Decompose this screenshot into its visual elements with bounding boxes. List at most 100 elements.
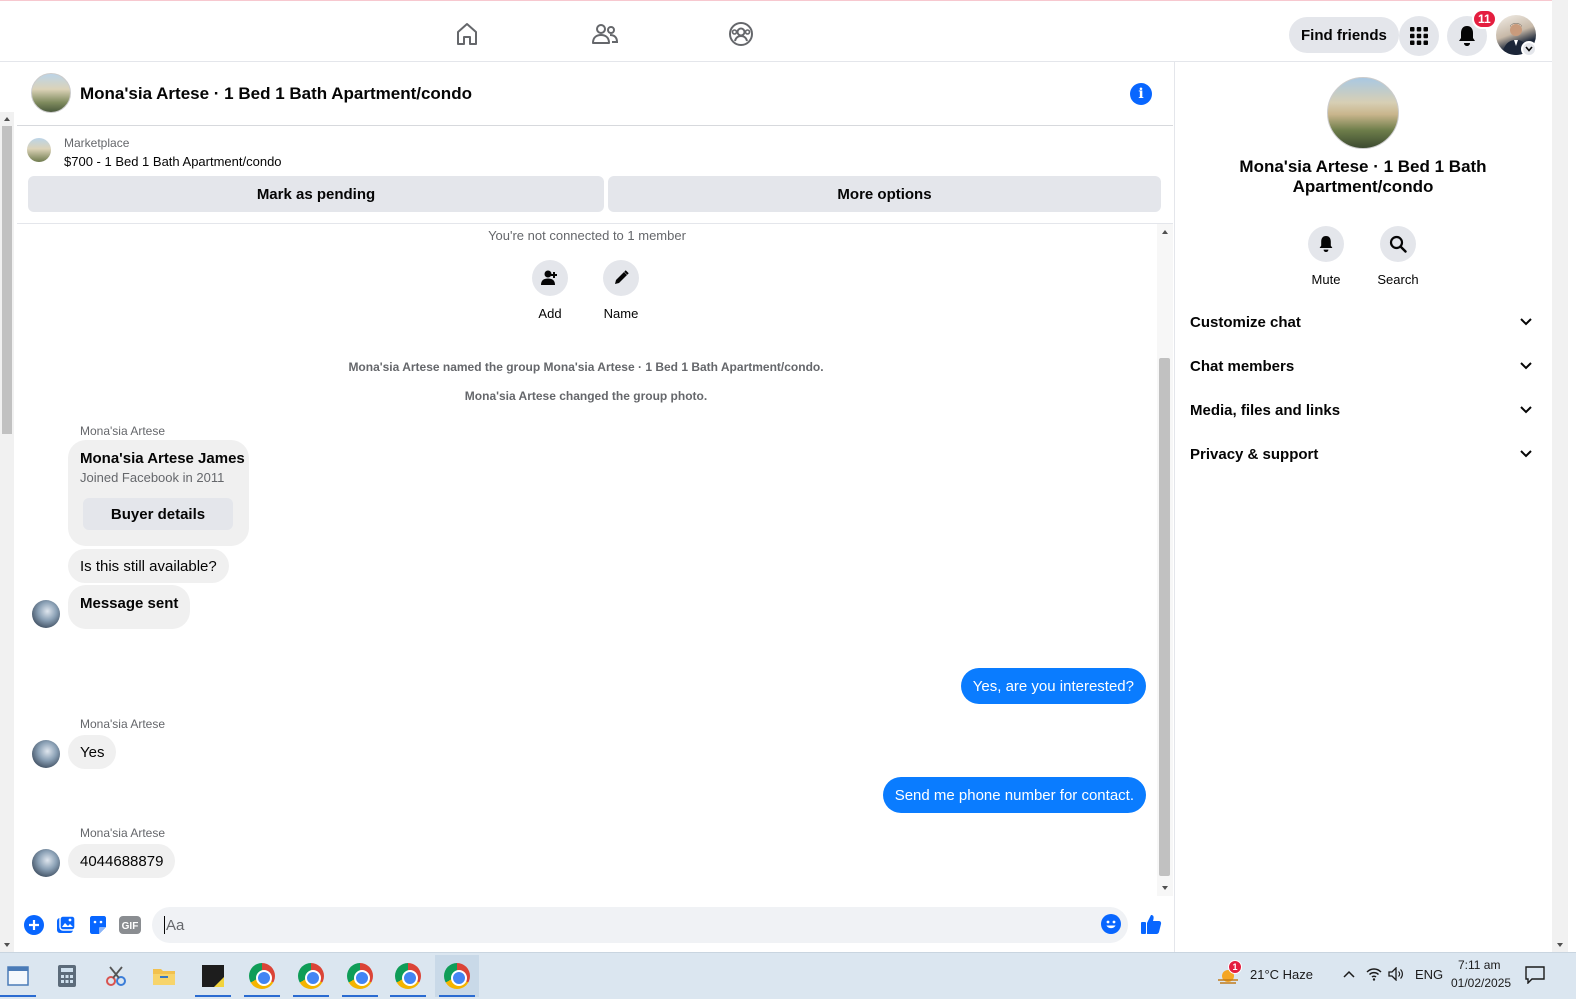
listing-thumbnail[interactable] — [27, 138, 51, 162]
chat-title[interactable]: Mona'sia Artese · 1 Bed 1 Bath Apartment… — [80, 84, 472, 104]
taskbar-app-window[interactable] — [0, 955, 40, 997]
sender-name: Mona'sia Artese — [80, 424, 166, 438]
chevron-down-icon — [1525, 46, 1533, 52]
home-icon[interactable] — [450, 17, 484, 51]
group-photo[interactable] — [31, 73, 71, 113]
scroll-down-arrow-icon[interactable] — [1552, 940, 1568, 950]
scroll-down-arrow-icon[interactable] — [1157, 883, 1173, 893]
clock-time[interactable]: 7:11 am — [1458, 958, 1500, 972]
windows-taskbar: 1 21°C Haze ENG 7:11 am 01/02/2025 — [0, 952, 1576, 999]
name-group-action[interactable]: Name — [591, 260, 651, 321]
scrollbar-thumb[interactable] — [2, 126, 12, 434]
my-message-bubble[interactable]: Yes, are you interested? — [960, 668, 1146, 704]
marketplace-label: Marketplace — [64, 136, 130, 150]
section-customize-chat[interactable]: Customize chat — [1190, 300, 1538, 344]
page-scrollbar-left[interactable] — [0, 112, 14, 952]
taskbar-app-chrome-4[interactable] — [386, 955, 430, 997]
wifi-icon[interactable] — [1366, 967, 1382, 981]
name-label: Name — [603, 306, 639, 321]
emoji-icon[interactable] — [1101, 914, 1121, 934]
mute-action[interactable]: Mute — [1296, 226, 1356, 287]
sender-name: Mona'sia Artese — [80, 826, 166, 840]
weather-badge: 1 — [1228, 960, 1242, 974]
scroll-up-arrow-icon[interactable] — [0, 114, 14, 124]
add-member-action[interactable]: Add — [520, 260, 580, 321]
message-bubble[interactable]: Message sent — [68, 585, 191, 629]
taskbar-app-snipping[interactable] — [94, 955, 138, 997]
groups-icon[interactable] — [724, 17, 758, 51]
notification-center-icon[interactable] — [1525, 966, 1545, 984]
buyer-name: Mona'sia Artese James — [80, 450, 245, 467]
chevron-down-icon — [1520, 450, 1532, 458]
chevron-down-icon — [1520, 318, 1532, 326]
weather-text[interactable]: 21°C Haze — [1250, 967, 1313, 982]
details-title: Mona'sia Artese · 1 Bed 1 Bath Apartment… — [1239, 157, 1487, 196]
scroll-up-arrow-icon[interactable] — [1157, 227, 1173, 237]
message-bubble[interactable]: Is this still available? — [68, 549, 229, 583]
weather-widget[interactable] — [1210, 955, 1246, 997]
find-friends-button[interactable]: Find friends — [1289, 17, 1399, 53]
sender-avatar[interactable] — [32, 849, 60, 877]
sender-avatar[interactable] — [32, 600, 60, 628]
more-options-button[interactable]: More options — [608, 176, 1161, 212]
plus-icon[interactable] — [24, 915, 44, 935]
gif-icon[interactable]: GIF — [119, 915, 141, 935]
search-icon — [1380, 226, 1416, 262]
clock-date[interactable]: 01/02/2025 — [1451, 976, 1511, 990]
buyer-joined: Joined Facebook in 2011 — [80, 470, 225, 485]
message-list: You're not connected to 1 member Add Nam… — [17, 224, 1157, 896]
sticker-icon[interactable] — [88, 915, 108, 935]
marketplace-banner: Marketplace $700 - 1 Bed 1 Bath Apartmen… — [17, 126, 1173, 224]
taskbar-app-calculator[interactable] — [45, 955, 89, 997]
friends-icon[interactable] — [588, 17, 622, 51]
taskbar-app-notes[interactable] — [191, 955, 235, 997]
conversation-details-panel: Mona'sia Artese · 1 Bed 1 Bath Apartment… — [1174, 62, 1552, 952]
search-action[interactable]: Search — [1368, 226, 1428, 287]
add-person-icon — [532, 260, 568, 296]
taskbar-app-chrome-1[interactable] — [240, 955, 284, 997]
message-bubble[interactable]: 4044688879 — [68, 844, 176, 878]
taskbar-app-chrome-5[interactable] — [435, 955, 479, 997]
scroll-down-arrow-icon[interactable] — [0, 940, 14, 950]
top-navigation: Find friends 11 — [0, 0, 1552, 62]
buyer-details-button[interactable]: Buyer details — [83, 498, 233, 530]
section-label: Chat members — [1190, 357, 1295, 375]
grid-icon — [1410, 27, 1428, 45]
sender-avatar[interactable] — [32, 740, 60, 768]
add-label: Add — [538, 306, 562, 321]
message-input[interactable]: Aa — [152, 907, 1128, 943]
text-caret — [164, 916, 165, 934]
chrome-icon — [249, 963, 275, 989]
speaker-icon[interactable] — [1388, 967, 1404, 981]
page-scrollbar-right[interactable] — [1552, 0, 1568, 952]
section-media-files-links[interactable]: Media, files and links — [1190, 388, 1538, 432]
group-photo-large[interactable] — [1327, 77, 1399, 149]
taskbar-app-chrome-3[interactable] — [338, 955, 382, 997]
message-scrollbar[interactable] — [1157, 224, 1173, 896]
photo-icon[interactable] — [56, 915, 76, 935]
section-label: Privacy & support — [1190, 445, 1319, 463]
message-input-placeholder: Aa — [166, 916, 185, 934]
chevron-down-icon — [1520, 362, 1532, 370]
my-message-bubble[interactable]: Send me phone number for contact. — [882, 777, 1146, 813]
account-caret[interactable] — [1521, 41, 1537, 57]
info-icon[interactable]: i — [1130, 83, 1152, 105]
mute-label: Mute — [1311, 272, 1341, 287]
pencil-icon — [603, 260, 639, 296]
taskbar-app-chrome-2[interactable] — [289, 955, 333, 997]
thumbs-up-icon[interactable] — [1140, 913, 1162, 935]
menu-grid-button[interactable] — [1399, 16, 1439, 56]
chevron-up-icon[interactable] — [1343, 970, 1355, 978]
message-bubble[interactable]: Yes — [68, 735, 117, 769]
taskbar-app-file-explorer[interactable] — [142, 955, 186, 997]
mark-as-pending-button[interactable]: Mark as pending — [28, 176, 604, 212]
listing-title[interactable]: $700 - 1 Bed 1 Bath Apartment/condo — [64, 154, 282, 169]
system-message-renamed: Mona'sia Artese named the group Mona'sia… — [348, 360, 824, 374]
language-indicator[interactable]: ENG — [1415, 967, 1443, 982]
scrollbar-thumb[interactable] — [1159, 358, 1170, 876]
section-privacy-support[interactable]: Privacy & support — [1190, 432, 1538, 476]
section-chat-members[interactable]: Chat members — [1190, 344, 1538, 388]
chat-header: Mona'sia Artese · 1 Bed 1 Bath Apartment… — [17, 62, 1173, 126]
bell-icon — [1459, 26, 1475, 46]
chevron-down-icon — [1520, 406, 1532, 414]
